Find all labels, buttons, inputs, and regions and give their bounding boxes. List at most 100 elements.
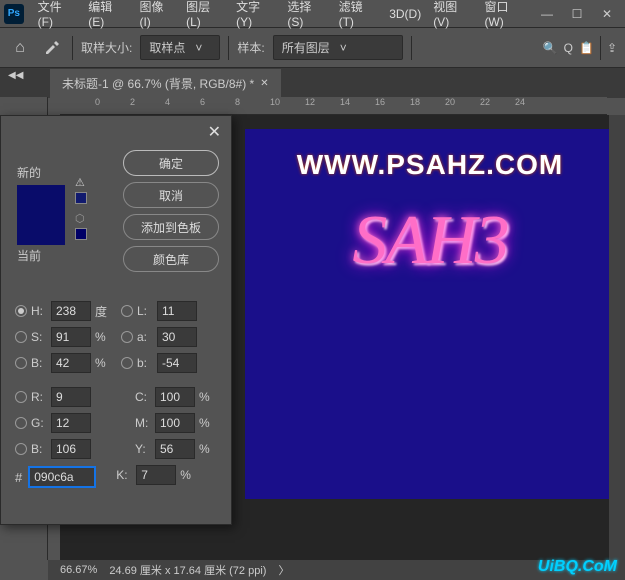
s-unit: %	[95, 330, 111, 344]
y-label: Y:	[135, 442, 151, 456]
hex-input[interactable]	[28, 466, 96, 488]
status-chevron-icon[interactable]: 〉	[278, 562, 289, 578]
menu-3d[interactable]: 3D(D)	[383, 7, 427, 21]
menu-type[interactable]: 文字(Y)	[230, 0, 281, 29]
home-icon[interactable]: ⌂	[8, 36, 32, 60]
horizontal-ruler: 024681012141618202224	[60, 97, 607, 115]
k-unit: %	[180, 468, 196, 482]
l-input[interactable]	[157, 301, 197, 321]
m-label: M:	[135, 416, 151, 430]
m-input[interactable]	[155, 413, 195, 433]
menu-window[interactable]: 窗口(W)	[478, 0, 533, 29]
menu-edit[interactable]: 编辑(E)	[82, 0, 133, 29]
web-safe-icon[interactable]: ⬡	[75, 212, 89, 226]
r-label: R:	[31, 390, 47, 404]
a-label: a:	[137, 330, 153, 344]
minimize-button[interactable]: —	[533, 4, 561, 24]
k-label: K:	[116, 468, 132, 482]
bc-input[interactable]	[51, 439, 91, 459]
menu-file[interactable]: 文件(F)	[32, 0, 83, 29]
quick-mask-icon[interactable]: Q	[564, 41, 573, 55]
menu-filter[interactable]: 滤镜(T)	[333, 0, 384, 29]
vertical-scrollbar[interactable]	[609, 115, 625, 560]
g-radio[interactable]	[15, 417, 27, 429]
tab-close-icon[interactable]: ✕	[260, 78, 268, 89]
current-color-swatch[interactable]	[17, 215, 65, 245]
menu-view[interactable]: 视图(V)	[427, 0, 478, 29]
dialog-close-icon[interactable]: ✕	[208, 122, 221, 142]
r-input[interactable]	[51, 387, 91, 407]
document-canvas[interactable]: WWW.PSAHZ.COM SAH3	[245, 129, 615, 499]
l-radio[interactable]	[121, 305, 133, 317]
new-color-swatch[interactable]	[17, 185, 65, 215]
separator	[228, 36, 229, 60]
options-bar: ⌂ 取样大小: 取样点 ˅ 样本: 所有图层 ˅ 🔍 Q 📋 ⇪	[0, 28, 625, 68]
app-logo: Ps	[4, 4, 24, 24]
g-input[interactable]	[51, 413, 91, 433]
b-radio[interactable]	[121, 357, 133, 369]
cancel-button[interactable]: 取消	[123, 182, 219, 208]
h-label: H:	[31, 304, 47, 318]
h-unit: 度	[95, 303, 111, 320]
document-tabs: 未标题-1 @ 66.7% (背景, RGB/8#) * ✕	[0, 68, 625, 98]
separator	[72, 36, 73, 60]
s-radio[interactable]	[15, 331, 27, 343]
bv-input[interactable]	[51, 353, 91, 373]
s-label: S:	[31, 330, 47, 344]
gamut-warning-swatch[interactable]	[75, 192, 87, 204]
separator	[411, 36, 412, 60]
c-input[interactable]	[155, 387, 195, 407]
panel-toggle-icon[interactable]: ◀◀	[8, 70, 23, 81]
bv-unit: %	[95, 356, 111, 370]
toolbar-right: 🔍 Q 📋 ⇪	[543, 36, 617, 60]
h-input[interactable]	[51, 301, 91, 321]
menu-select[interactable]: 选择(S)	[281, 0, 332, 29]
maximize-button[interactable]: ☐	[563, 4, 591, 24]
canvas-text-url: WWW.PSAHZ.COM	[297, 149, 564, 181]
bc-radio[interactable]	[15, 443, 27, 455]
sample-label: 样本:	[237, 39, 264, 56]
menu-image[interactable]: 图像(I)	[133, 0, 180, 29]
g-label: G:	[31, 416, 47, 430]
l-label: L:	[137, 304, 153, 318]
window-controls: — ☐ ✕	[533, 4, 621, 24]
y-unit: %	[199, 442, 215, 456]
document-dimensions: 24.69 厘米 x 17.64 厘米 (72 ppi)	[109, 562, 266, 578]
add-swatch-button[interactable]: 添加到色板	[123, 214, 219, 240]
ok-button[interactable]: 确定	[123, 150, 219, 176]
separator	[600, 36, 601, 60]
canvas-neon-text: SAH3	[352, 201, 507, 281]
color-library-button[interactable]: 颜色库	[123, 246, 219, 272]
color-picker-dialog: ✕ 确定 取消 添加到色板 颜色库 新的 当前 ⚠ ⬡ H: 度 L:	[0, 115, 232, 525]
s-input[interactable]	[51, 327, 91, 347]
search-icon[interactable]: 🔍	[543, 41, 558, 55]
current-color-label: 当前	[17, 247, 97, 264]
color-fields: H: 度 L: S: % a:	[15, 298, 219, 488]
web-safe-swatch[interactable]	[75, 228, 87, 240]
m-unit: %	[199, 416, 215, 430]
bc-label: B:	[31, 442, 47, 456]
sample-size-select[interactable]: 取样点 ˅	[140, 35, 220, 60]
tab-title: 未标题-1 @ 66.7% (背景, RGB/8#) *	[62, 75, 254, 92]
k-input[interactable]	[136, 465, 176, 485]
zoom-level[interactable]: 66.67%	[60, 564, 97, 576]
gamut-warning-icon[interactable]: ⚠	[75, 176, 89, 190]
y-input[interactable]	[155, 439, 195, 459]
eyedropper-icon[interactable]	[40, 36, 64, 60]
document-tab[interactable]: 未标题-1 @ 66.7% (背景, RGB/8#) * ✕	[50, 69, 281, 98]
c-unit: %	[199, 390, 215, 404]
b-label: b:	[137, 356, 153, 370]
close-button[interactable]: ✕	[593, 4, 621, 24]
bv-radio[interactable]	[15, 357, 27, 369]
bv-label: B:	[31, 356, 47, 370]
menu-layer[interactable]: 图层(L)	[180, 0, 230, 29]
sample-select[interactable]: 所有图层 ˅	[273, 35, 403, 60]
r-radio[interactable]	[15, 391, 27, 403]
h-radio[interactable]	[15, 305, 27, 317]
screen-mode-icon[interactable]: 📋	[579, 41, 594, 55]
watermark: UiBQ.CoM	[538, 558, 617, 576]
b-input[interactable]	[157, 353, 197, 373]
share-icon[interactable]: ⇪	[607, 41, 617, 55]
a-input[interactable]	[157, 327, 197, 347]
a-radio[interactable]	[121, 331, 133, 343]
